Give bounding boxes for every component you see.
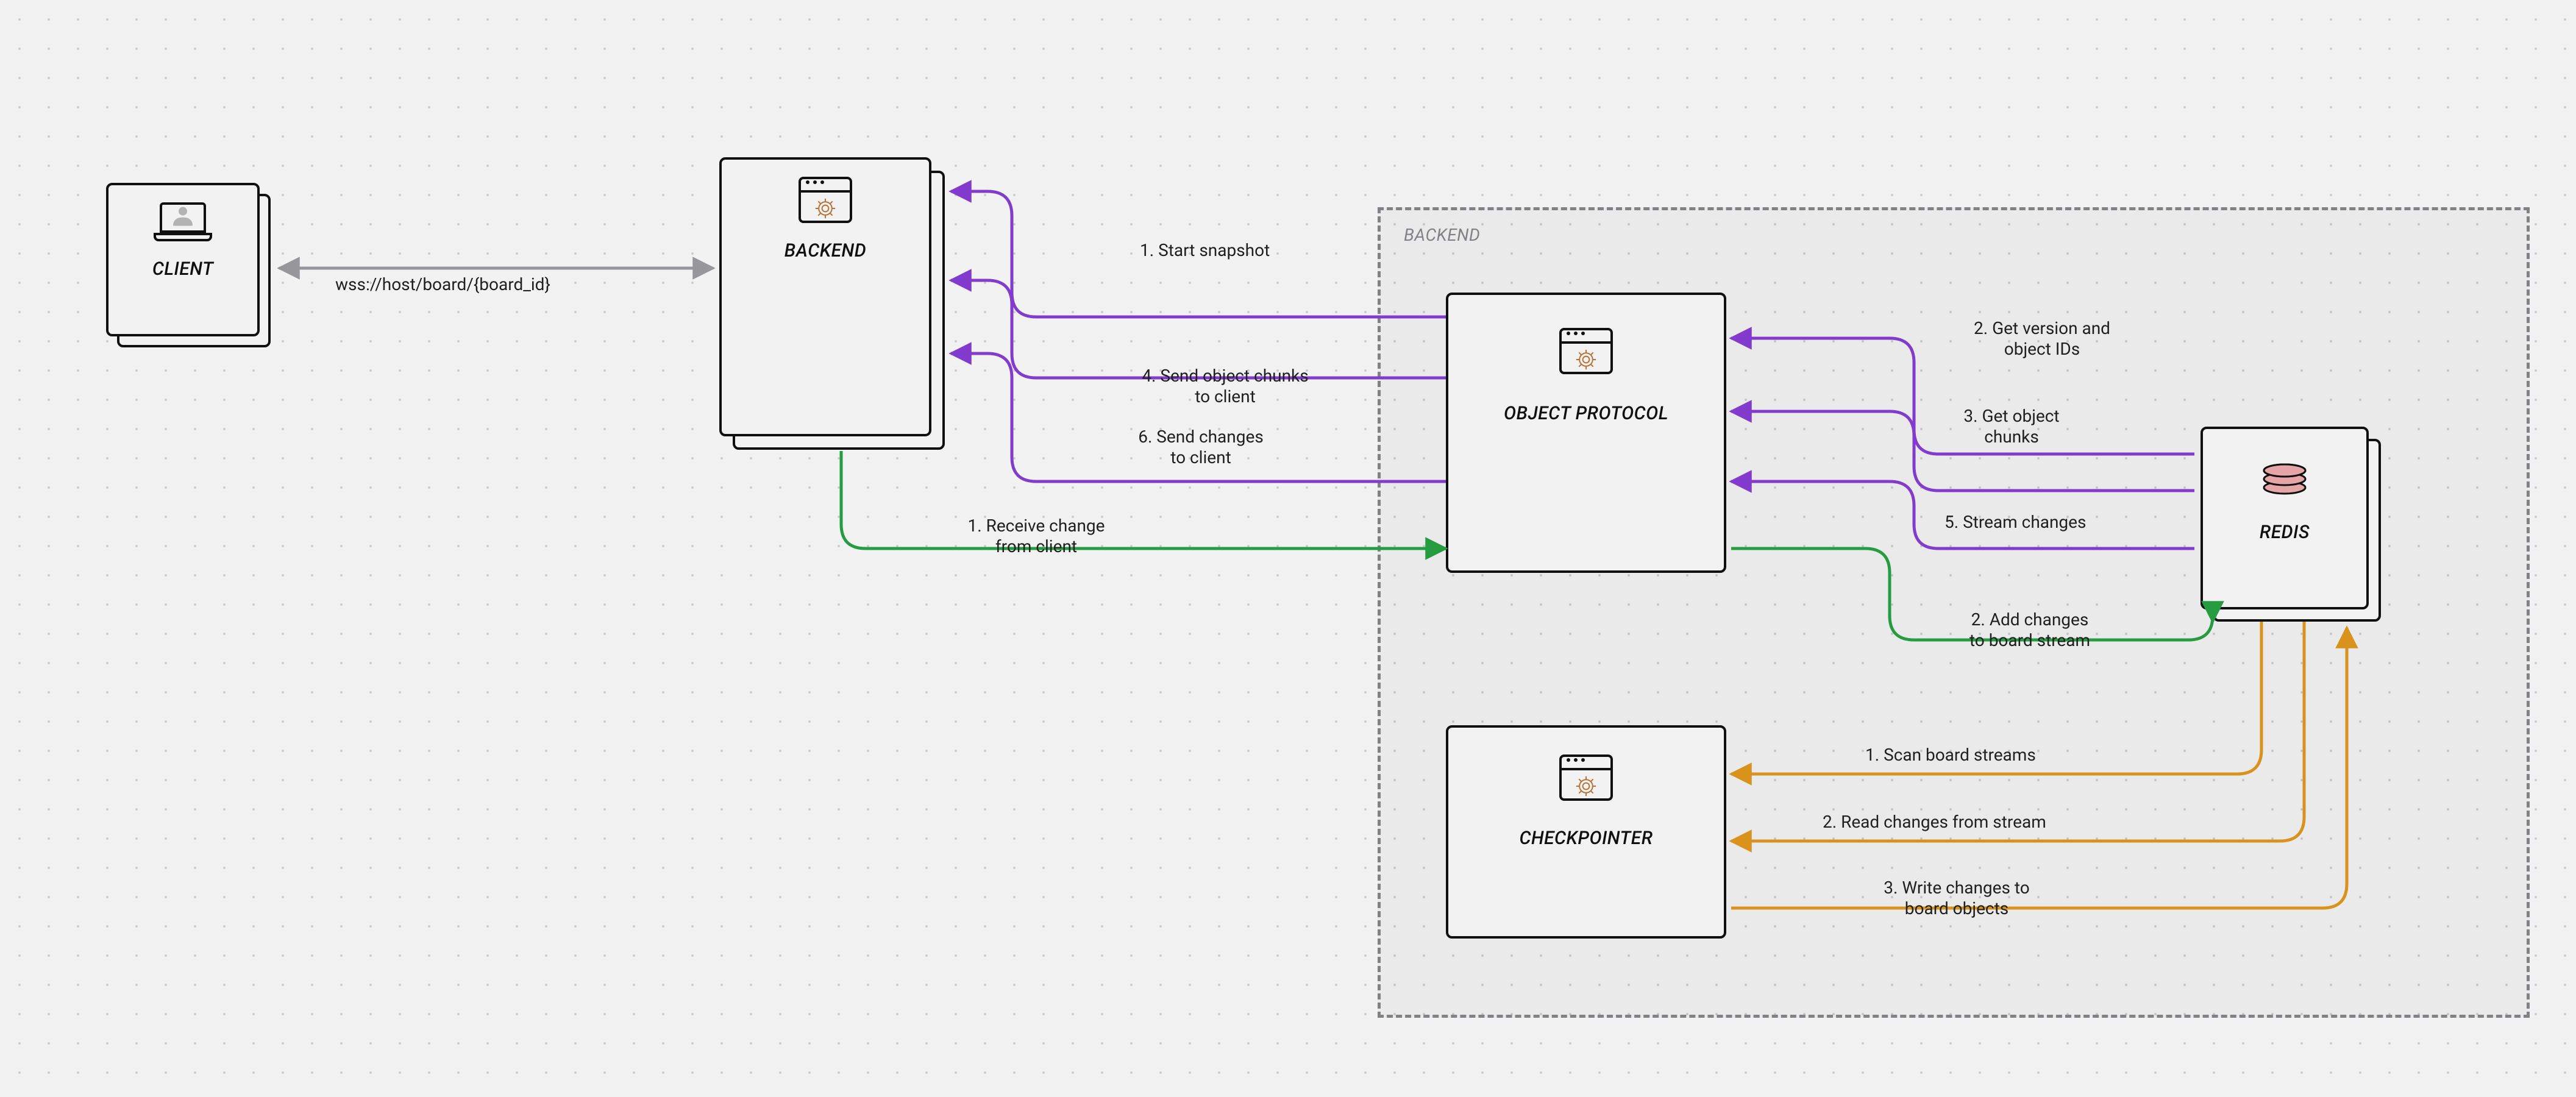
label-receive-change: 1. Receive changefrom client — [939, 516, 1134, 556]
label-scan-streams: 1. Scan board streams — [1865, 745, 2036, 765]
person-icon — [171, 205, 195, 226]
label-client-backend: wss://host/board/{board_id} — [335, 274, 550, 295]
rust-gear-icon — [1575, 349, 1597, 371]
node-redis-label: REDIS — [2260, 522, 2310, 543]
node-checkpointer-label: CHECKPOINTER — [1519, 828, 1653, 849]
node-client-label: CLIENT — [152, 258, 213, 280]
node-checkpointer: CHECKPOINTER — [1446, 725, 1738, 951]
rust-gear-icon — [814, 197, 836, 219]
node-object-protocol: OBJECT PROTOCOL — [1446, 293, 1738, 585]
label-send-chunks: 4. Send object chunksto client — [1115, 366, 1335, 406]
app-window-icon — [1559, 328, 1613, 374]
node-backend: BACKEND — [719, 157, 945, 450]
app-window-icon — [1559, 754, 1613, 801]
label-send-changes: 6. Send changesto client — [1115, 427, 1286, 467]
label-start-snapshot: 1. Start snapshot — [1140, 240, 1270, 261]
node-backend-label: BACKEND — [785, 240, 866, 261]
rust-gear-icon — [1575, 775, 1597, 797]
node-redis: REDIS — [2201, 427, 2383, 622]
laptop-icon — [154, 202, 212, 241]
node-client: CLIENT — [106, 183, 271, 347]
redis-icon — [2258, 451, 2311, 505]
backend-group-label: BACKEND — [1404, 225, 1480, 245]
app-window-icon — [799, 177, 852, 223]
label-get-chunks: 3. Get objectchunks — [1944, 406, 2079, 447]
label-read-stream: 2. Read changes from stream — [1823, 812, 2046, 833]
label-add-changes: 2. Add changesto board stream — [1944, 609, 2115, 650]
label-stream-changes: 5. Stream changes — [1944, 512, 2086, 533]
label-get-version: 2. Get version andobject IDs — [1944, 318, 2140, 359]
diagram-canvas: BACKEND CLIENT — [0, 0, 2576, 1097]
edge-send-chunks — [951, 280, 1446, 378]
label-write-objects: 3. Write changes toboard objects — [1865, 878, 2048, 918]
node-object-protocol-label: OBJECT PROTOCOL — [1504, 403, 1668, 425]
